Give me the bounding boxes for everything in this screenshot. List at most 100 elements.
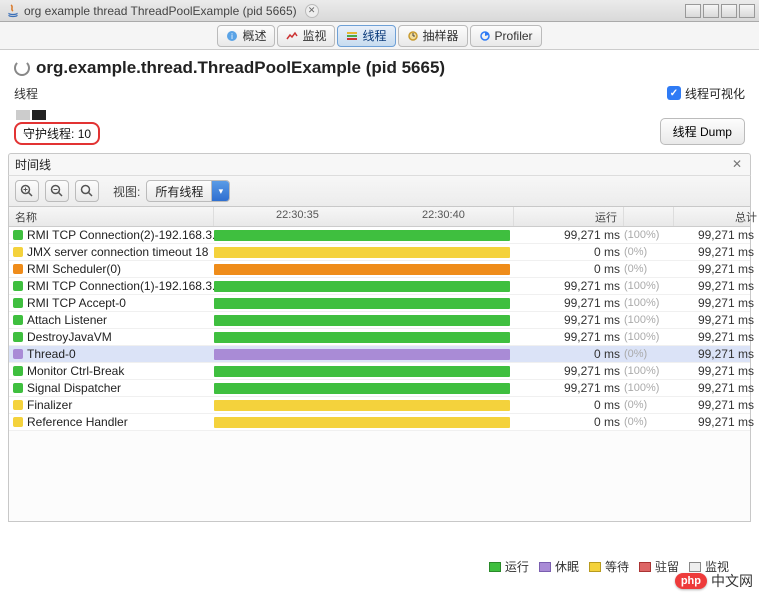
time-tick: 22:30:40 — [422, 209, 465, 221]
timeline-toolbar: 视图: 所有线程 ▾ — [8, 175, 751, 207]
table-row[interactable]: RMI Scheduler(0)0 ms(0%)99,271 ms — [9, 261, 750, 278]
tab-profiler[interactable]: Profiler — [470, 25, 542, 47]
tab-threads[interactable]: 线程 — [337, 25, 395, 47]
run-time: 99,271 ms — [514, 330, 624, 344]
status-color-icon — [13, 383, 23, 393]
thread-name: JMX server connection timeout 18 — [27, 245, 208, 259]
monitor-icon — [286, 30, 298, 42]
info-icon: i — [226, 30, 238, 42]
status-color-icon — [13, 298, 23, 308]
timeline-bar-cell — [214, 329, 514, 345]
run-percent: (100%) — [624, 382, 674, 394]
timeline-bar-cell — [214, 363, 514, 379]
panel-close-icon[interactable]: ✕ — [732, 157, 746, 171]
table-row[interactable]: Signal Dispatcher99,271 ms(100%)99,271 m… — [9, 380, 750, 397]
run-time: 99,271 ms — [514, 364, 624, 378]
col-name[interactable]: 名称 — [9, 207, 214, 226]
total-time: 99,271 ms — [674, 364, 759, 378]
run-percent: (100%) — [624, 365, 674, 377]
window-restore-button[interactable] — [721, 4, 737, 18]
table-row[interactable]: Attach Listener99,271 ms(100%)99,271 ms — [9, 312, 750, 329]
table-row[interactable]: Monitor Ctrl-Break99,271 ms(100%)99,271 … — [9, 363, 750, 380]
run-percent: (0%) — [624, 246, 674, 258]
table-row[interactable]: Thread-00 ms(0%)99,271 ms — [9, 346, 750, 363]
total-time: 99,271 ms — [674, 330, 759, 344]
threads-icon — [346, 30, 358, 42]
thread-name-cell: Attach Listener — [9, 313, 214, 327]
status-color-icon — [13, 281, 23, 291]
thread-name-cell: Finalizer — [9, 398, 214, 412]
tab-close-icon[interactable]: ✕ — [305, 4, 319, 18]
table-row[interactable]: Reference Handler0 ms(0%)99,271 ms — [9, 414, 750, 431]
status-color-icon — [13, 247, 23, 257]
daemon-count: 10 — [78, 127, 91, 141]
tab-overview[interactable]: i 概述 — [217, 25, 275, 47]
table-row[interactable]: RMI TCP Connection(1)-192.168.3.99,271 m… — [9, 278, 750, 295]
visualization-toggle[interactable]: ✓ 线程可视化 — [667, 85, 745, 102]
main-tabs: i 概述 监视 线程 抽样器 Profiler — [0, 22, 759, 50]
tab-sampler[interactable]: 抽样器 — [398, 25, 468, 47]
thread-name: Thread-0 — [27, 347, 76, 361]
run-percent: (0%) — [624, 399, 674, 411]
col-pct[interactable] — [624, 207, 674, 226]
thread-name: Finalizer — [27, 398, 72, 412]
refresh-icon[interactable] — [14, 60, 30, 76]
timeline-bar — [214, 298, 510, 309]
zoom-in-button[interactable] — [15, 180, 39, 202]
window-max-button[interactable] — [703, 4, 719, 18]
status-color-icon — [13, 349, 23, 359]
run-time: 0 ms — [514, 415, 624, 429]
status-color-icon — [13, 264, 23, 274]
total-time: 99,271 ms — [674, 279, 759, 293]
run-percent: (0%) — [624, 263, 674, 275]
run-time: 99,271 ms — [514, 296, 624, 310]
timeline-bar-cell — [214, 414, 514, 430]
thread-subheader: 线程 ✓ 线程可视化 — [0, 82, 759, 106]
table-row[interactable]: RMI TCP Connection(2)-192.168.3.99,271 m… — [9, 227, 750, 244]
window-min-button[interactable] — [685, 4, 701, 18]
table-row[interactable]: Finalizer0 ms(0%)99,271 ms — [9, 397, 750, 414]
legend-running: 运行 — [489, 558, 529, 575]
status-color-icon — [13, 417, 23, 427]
timeline-bar-cell — [214, 278, 514, 294]
thread-name: Attach Listener — [27, 313, 107, 327]
timeline-bar — [214, 400, 510, 411]
watermark-text: 中文网 — [711, 571, 753, 591]
zoom-out-button[interactable] — [45, 180, 69, 202]
table-row[interactable]: RMI TCP Accept-099,271 ms(100%)99,271 ms — [9, 295, 750, 312]
col-timeline[interactable]: 22:30:35 22:30:40 — [214, 207, 514, 226]
status-color-icon — [13, 366, 23, 376]
run-time: 0 ms — [514, 245, 624, 259]
table-header-row: 名称 22:30:35 22:30:40 运行 总计 — [9, 207, 750, 227]
java-icon — [6, 4, 20, 18]
timeline-bar-cell — [214, 380, 514, 396]
window-close-button[interactable] — [739, 4, 755, 18]
legend-parked: 驻留 — [639, 558, 679, 575]
zoom-fit-button[interactable] — [75, 180, 99, 202]
timeline-section-header: 时间线 ✕ — [8, 153, 751, 175]
col-run[interactable]: 运行 — [514, 207, 624, 226]
thread-name-cell: RMI Scheduler(0) — [9, 262, 214, 276]
thread-name-cell: Reference Handler — [9, 415, 214, 429]
table-row[interactable]: JMX server connection timeout 18 0 ms(0%)… — [9, 244, 750, 261]
thread-dump-button[interactable]: 线程 Dump — [660, 118, 745, 145]
table-row[interactable]: DestroyJavaVM99,271 ms(100%)99,271 ms — [9, 329, 750, 346]
thread-name-cell: Thread-0 — [9, 347, 214, 361]
run-percent: (0%) — [624, 416, 674, 428]
run-time: 0 ms — [514, 262, 624, 276]
legend-label: 休眠 — [555, 558, 579, 575]
legend-waiting: 等待 — [589, 558, 629, 575]
total-time: 99,271 ms — [674, 228, 759, 242]
thread-name-cell: RMI TCP Connection(2)-192.168.3. — [9, 228, 214, 242]
timeline-bar — [214, 281, 510, 292]
thread-filter-select[interactable]: 所有线程 ▾ — [146, 180, 230, 202]
thread-name-cell: JMX server connection timeout 18 — [9, 245, 214, 259]
tab-monitor[interactable]: 监视 — [277, 25, 335, 47]
mini-chart — [16, 110, 100, 120]
thread-name: RMI TCP Connection(1)-192.168.3. — [27, 279, 214, 293]
zoom-in-icon — [20, 184, 34, 198]
sampler-icon — [407, 30, 419, 42]
col-total[interactable]: 总计 — [674, 207, 759, 226]
page-title: org.example.thread.ThreadPoolExample (pi… — [36, 58, 445, 78]
run-percent: (100%) — [624, 280, 674, 292]
